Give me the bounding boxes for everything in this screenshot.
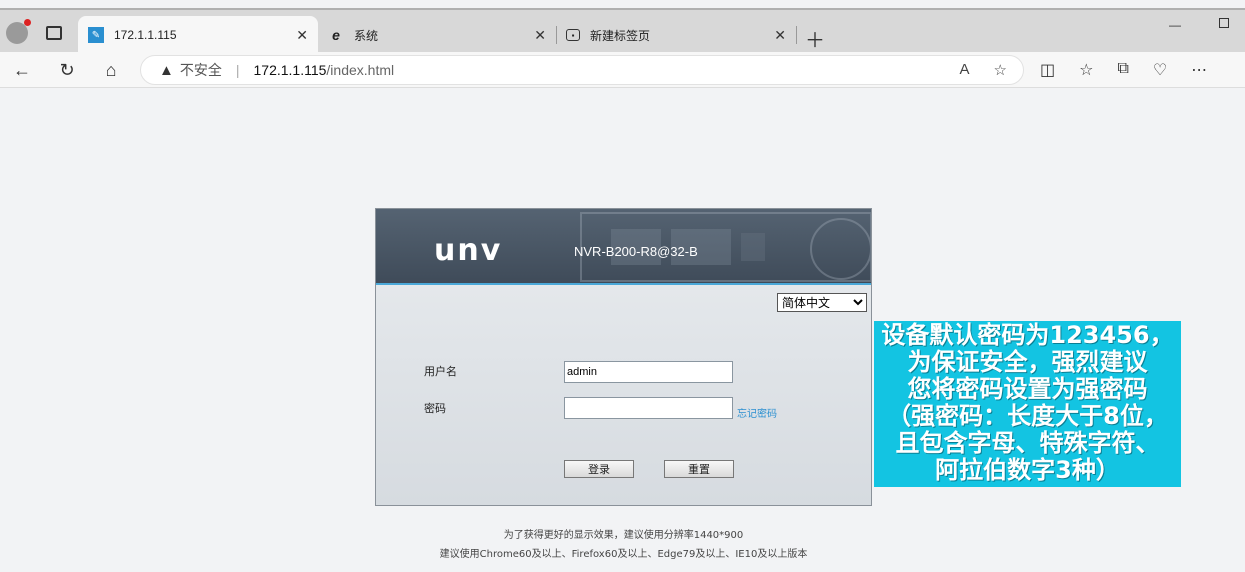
password-input[interactable] bbox=[564, 397, 733, 419]
password-warning-note: 设备默认密码为123456， 为保证安全，强烈建议 您将密码设置为强密码 （强密… bbox=[874, 321, 1181, 487]
profile-avatar-icon[interactable] bbox=[6, 19, 31, 44]
tab-system[interactable]: e 系统 ✕ bbox=[318, 16, 557, 54]
note-line: 阿拉伯数字3种） bbox=[935, 456, 1120, 484]
warning-triangle-icon[interactable]: ▲ bbox=[159, 62, 174, 79]
minimize-icon[interactable]: — bbox=[1169, 18, 1181, 32]
tab-actions-icon[interactable] bbox=[46, 26, 62, 40]
address-bar[interactable]: ▲ 不安全 | 172.1.1.115/index.html A ☆ bbox=[140, 55, 1024, 85]
favorite-star-icon[interactable]: ☆ bbox=[994, 61, 1007, 79]
favorites-list-icon[interactable]: ☆ bbox=[1079, 60, 1093, 80]
login-header: unv NVR-B200-R8@32-B bbox=[376, 209, 871, 285]
close-tab-icon[interactable]: ✕ bbox=[296, 27, 308, 44]
login-panel: unv NVR-B200-R8@32-B 简体中文 用户名 密码 忘记密码 登录… bbox=[375, 208, 872, 506]
maximize-icon[interactable] bbox=[1219, 18, 1229, 28]
tab-label: 系统 bbox=[354, 28, 379, 43]
note-line: 设备默认密码为123456， bbox=[881, 321, 1174, 349]
reset-button[interactable]: 重置 bbox=[664, 460, 734, 478]
address-bar-actions: A ☆ bbox=[960, 61, 1007, 79]
refresh-icon[interactable]: ↻ bbox=[55, 58, 79, 82]
tab-router-login[interactable]: ✎ 172.1.1.115 ✕ bbox=[78, 16, 318, 54]
split-screen-icon[interactable]: ◫ bbox=[1040, 60, 1055, 80]
note-line: （强密码：长度大于8位， bbox=[887, 402, 1168, 430]
note-line: 为保证安全，强烈建议 bbox=[907, 348, 1148, 376]
device-model: NVR-B200-R8@32-B bbox=[574, 244, 698, 259]
window-controls: — bbox=[1169, 18, 1229, 32]
home-icon[interactable]: ⌂ bbox=[99, 58, 123, 82]
tab-label: 新建标签页 bbox=[590, 28, 651, 43]
tab-label: 172.1.1.115 bbox=[114, 28, 177, 42]
login-button[interactable]: 登录 bbox=[564, 460, 634, 478]
ie-icon: e bbox=[332, 27, 340, 43]
tab-divider bbox=[796, 26, 797, 44]
tab-strip: ✎ 172.1.1.115 ✕ e 系统 ✕ ▪ 新建标签页 ✕ ＋ — bbox=[0, 8, 1245, 54]
page-favicon-icon: ✎ bbox=[88, 27, 104, 43]
footer-resolution-note: 为了获得更好的显示效果，建议使用分辨率1440*900 bbox=[503, 530, 744, 541]
back-arrow-icon[interactable]: ← bbox=[10, 58, 34, 82]
browser-essentials-icon[interactable]: ♡ bbox=[1153, 60, 1167, 80]
new-tab-plus-icon[interactable]: ＋ bbox=[805, 24, 825, 53]
more-menu-icon[interactable]: ⋯ bbox=[1191, 60, 1207, 80]
note-line: 且包含字母、特殊字符、 bbox=[895, 429, 1160, 457]
url-path: /index.html bbox=[326, 62, 395, 78]
unv-logo: unv bbox=[434, 233, 503, 268]
username-label: 用户名 bbox=[424, 365, 457, 378]
address-divider: | bbox=[235, 62, 240, 78]
browser-toolbar: ← ↻ ⌂ ▲ 不安全 | 172.1.1.115/index.html A ☆… bbox=[0, 52, 1245, 88]
password-label: 密码 bbox=[424, 402, 446, 415]
read-aloud-icon[interactable]: A bbox=[960, 61, 970, 79]
new-tab-page-icon: ▪ bbox=[566, 29, 580, 41]
footer-browser-note: 建议使用Chrome60及以上、Firefox60及以上、Edge79及以上、I… bbox=[439, 549, 808, 560]
toolbar-icons: ◫ ☆ ⧉ ♡ ⋯ bbox=[1040, 60, 1207, 80]
note-line: 您将密码设置为强密码 bbox=[907, 375, 1148, 403]
forgot-password-link[interactable]: 忘记密码 bbox=[737, 405, 777, 420]
url-host: 172.1.1.115 bbox=[253, 62, 327, 78]
collections-icon[interactable]: ⧉ bbox=[1117, 60, 1128, 80]
language-select[interactable]: 简体中文 bbox=[777, 293, 867, 312]
close-tab-icon[interactable]: ✕ bbox=[534, 27, 546, 44]
username-input[interactable] bbox=[564, 361, 733, 383]
tab-new-tab[interactable]: ▪ 新建标签页 ✕ bbox=[556, 16, 797, 54]
close-tab-icon[interactable]: ✕ bbox=[774, 27, 786, 44]
insecure-label[interactable]: 不安全 bbox=[180, 60, 222, 80]
